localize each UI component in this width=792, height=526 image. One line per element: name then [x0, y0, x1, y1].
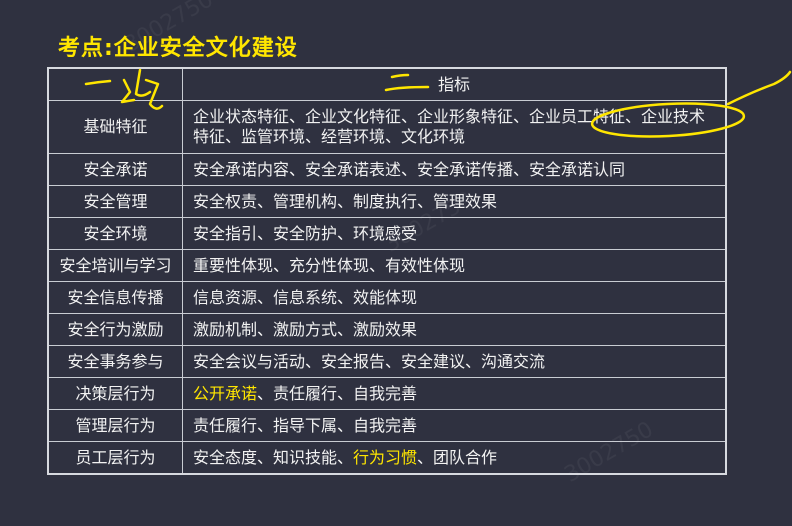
- indicator-cell: 安全会议与活动、安全报告、安全建议、沟通交流: [182, 345, 727, 378]
- category-cell: 基础特征: [47, 100, 183, 154]
- table-row: 基础特征 企业状态特征、企业文化特征、企业形象特征、企业员工特征、企业技术特征、监…: [47, 100, 727, 154]
- table-row: 管理层行为 责任履行、指导下属、自我完善: [47, 409, 727, 442]
- table-row: 安全管理 安全权责、管理机构、制度执行、管理效果: [47, 185, 727, 218]
- category-cell: 安全管理: [47, 185, 183, 218]
- indicator-cell: 重要性体现、充分性体现、有效性体现: [182, 249, 727, 282]
- indicator-cell: 信息资源、信息系统、效能体现: [182, 281, 727, 314]
- category-cell: 安全培训与学习: [47, 249, 183, 282]
- table-row: 安全事务参与 安全会议与活动、安全报告、安全建议、沟通交流: [47, 345, 727, 378]
- indicator-text-part: 、团队合作: [417, 447, 498, 467]
- indicator-text-part: 、责任履行、自我完善: [257, 383, 418, 403]
- category-cell: 安全信息传播: [47, 281, 183, 314]
- table-row: 安全环境 安全指引、安全防护、环境感受: [47, 217, 727, 250]
- indicator-cell: 企业状态特征、企业文化特征、企业形象特征、企业员工特征、企业技术特征、监管环境、…: [182, 100, 727, 154]
- table-header-row: 指标: [47, 67, 727, 101]
- table-row: 安全培训与学习 重要性体现、充分性体现、有效性体现: [47, 249, 727, 282]
- indicator-cell: 安全态度、知识技能、行为习惯、团队合作: [182, 441, 727, 475]
- category-cell: 管理层行为: [47, 409, 183, 442]
- category-cell: 安全承诺: [47, 153, 183, 186]
- category-cell: 安全环境: [47, 217, 183, 250]
- category-cell: 安全行为激励: [47, 313, 183, 346]
- indicator-text-part: 安全态度、知识技能、: [193, 447, 354, 467]
- indicator-cell: 激励机制、激励方式、激励效果: [182, 313, 727, 346]
- table-row: 员工层行为 安全态度、知识技能、行为习惯、团队合作: [47, 441, 727, 475]
- header-cell-indicator: 指标: [182, 67, 727, 101]
- category-cell: 安全事务参与: [47, 345, 183, 378]
- indicator-cell: 安全承诺内容、安全承诺表述、安全承诺传播、安全承诺认同: [182, 153, 727, 186]
- indicator-cell: 公开承诺、责任履行、自我完善: [182, 377, 727, 410]
- table-row: 安全信息传播 信息资源、信息系统、效能体现: [47, 281, 727, 314]
- handwritten-swoosh: [726, 70, 792, 106]
- header-cell-category: [47, 67, 183, 101]
- page-title: 考点:企业安全文化建设: [58, 36, 298, 61]
- indicator-text-part: 公开承诺: [193, 383, 258, 403]
- category-cell: 决策层行为: [47, 377, 183, 410]
- table-row: 安全行为激励 激励机制、激励方式、激励效果: [47, 313, 727, 346]
- indicator-cell: 责任履行、指导下属、自我完善: [182, 409, 727, 442]
- category-cell: 员工层行为: [47, 441, 183, 475]
- indicator-text-part: 行为习惯: [353, 447, 418, 467]
- indicator-table: 指标 基础特征 企业状态特征、企业文化特征、企业形象特征、企业员工特征、企业技术特…: [47, 67, 727, 475]
- table-row: 决策层行为 公开承诺、责任履行、自我完善: [47, 377, 727, 410]
- indicator-cell: 安全权责、管理机构、制度执行、管理效果: [182, 185, 727, 218]
- table-row: 安全承诺 安全承诺内容、安全承诺表述、安全承诺传播、安全承诺认同: [47, 153, 727, 186]
- indicator-cell: 安全指引、安全防护、环境感受: [182, 217, 727, 250]
